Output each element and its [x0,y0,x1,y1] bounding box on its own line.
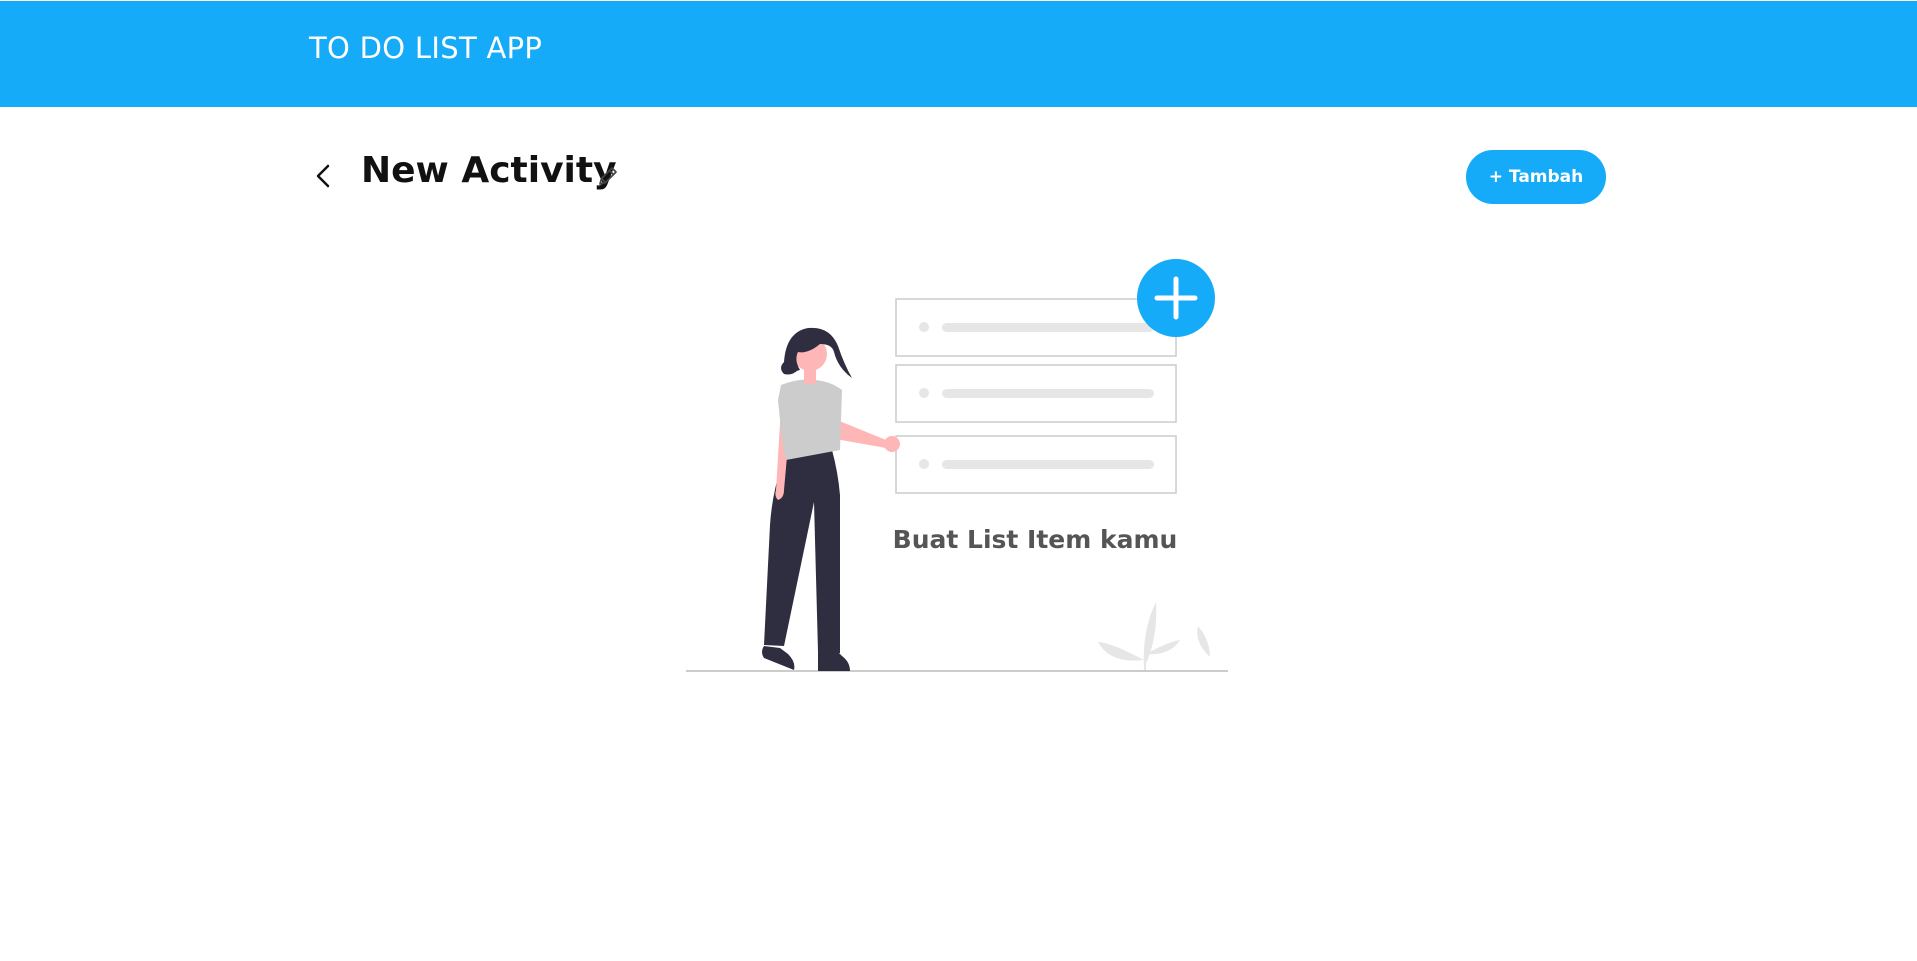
pencil-icon [599,167,617,185]
todo-illustration [686,259,1228,672]
placeholder-list-card-1 [895,298,1177,357]
app-header: TO DO LIST APP [0,1,1917,107]
woman-figure-illustration [762,327,900,671]
plus-circle-icon [1137,259,1215,337]
placeholder-list-card-3 [895,435,1177,494]
placeholder-list-card-2 [895,364,1177,423]
plant-leaves-icon [1098,602,1210,670]
add-item-button[interactable]: + Tambah [1466,150,1606,204]
empty-state-message: Buat List Item kamu [892,525,1178,554]
edit-title-button[interactable] [596,164,620,188]
empty-state-illustration[interactable] [680,250,1240,680]
activity-title[interactable]: New Activity [361,150,617,191]
back-button[interactable] [310,162,338,190]
chevron-left-icon [316,164,330,188]
app-title: TO DO LIST APP [309,31,543,65]
